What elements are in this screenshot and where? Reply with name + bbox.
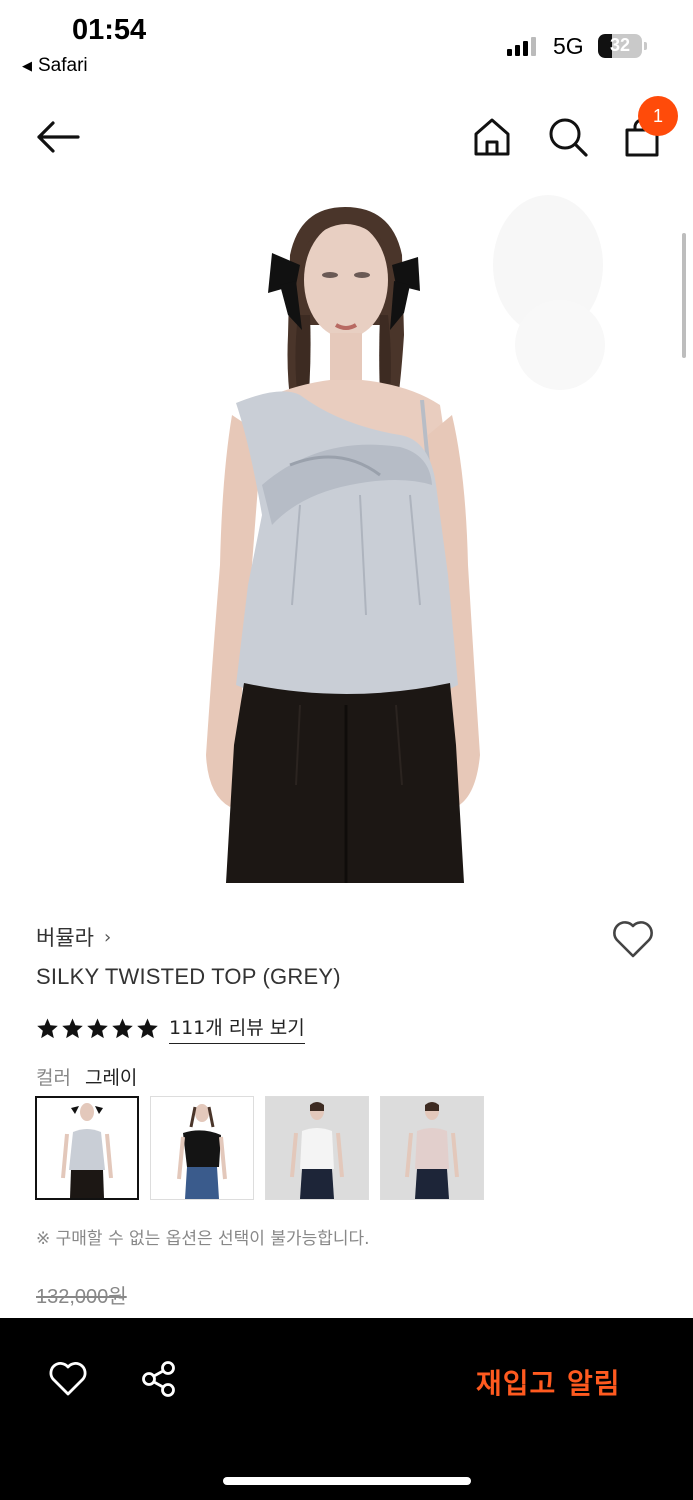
swatch-black[interactable] [150,1096,254,1200]
rating-stars [36,1017,159,1040]
star-icon [37,1018,58,1039]
chevron-right-icon: › [103,926,112,948]
model-illustration [206,195,605,883]
home-indicator[interactable] [223,1477,471,1485]
back-app-label: Safari [38,55,88,76]
restock-alert-button[interactable]: 재입고 알림 [476,1362,621,1402]
home-icon[interactable] [473,116,511,158]
back-to-safari[interactable]: ◀ Safari [22,55,88,77]
product-image[interactable] [0,185,693,885]
rating-row: 111개 리뷰 보기 [36,1013,305,1044]
status-bar: 01:54 ◀ Safari 5G 32 [0,0,693,90]
bottom-heart-icon[interactable] [48,1361,88,1397]
original-price: 132,000원 [36,1286,127,1308]
brand-name: 버뮬라 [36,926,94,950]
brand-link[interactable]: 버뮬라 › [36,922,111,952]
color-option-row: 컬러 그레이 [36,1063,137,1090]
search-icon[interactable] [547,116,589,158]
product-title: SILKY TWISTED TOP (GREY) [36,964,341,989]
review-link[interactable]: 111개 리뷰 보기 [169,1013,305,1044]
star-icon [112,1018,133,1039]
back-triangle-icon: ◀ [22,58,32,73]
status-time: 01:54 [72,14,147,46]
swatch-white[interactable] [265,1096,369,1200]
star-icon [87,1018,108,1039]
color-value: 그레이 [84,1067,138,1089]
wishlist-heart-icon[interactable] [611,919,655,959]
swatch-pink[interactable] [380,1096,484,1200]
battery-tip [644,42,647,50]
page-scrollbar[interactable] [682,233,686,358]
cart-count-badge: 1 [638,96,678,136]
bottom-action-bar [0,1318,693,1500]
cellular-signal-icon [507,34,536,56]
color-swatches [35,1096,484,1200]
star-icon [62,1018,83,1039]
network-type: 5G [553,33,584,59]
back-arrow-icon[interactable] [34,118,80,156]
option-notice: ※ 구매할 수 없는 옵션은 선택이 불가능합니다. [36,1229,370,1249]
battery-percent: 32 [609,35,631,55]
star-icon [137,1018,158,1039]
battery-icon: 32 [598,34,642,58]
color-label: 컬러 [36,1067,71,1089]
share-icon[interactable] [140,1360,178,1398]
swatch-grey[interactable] [35,1096,139,1200]
